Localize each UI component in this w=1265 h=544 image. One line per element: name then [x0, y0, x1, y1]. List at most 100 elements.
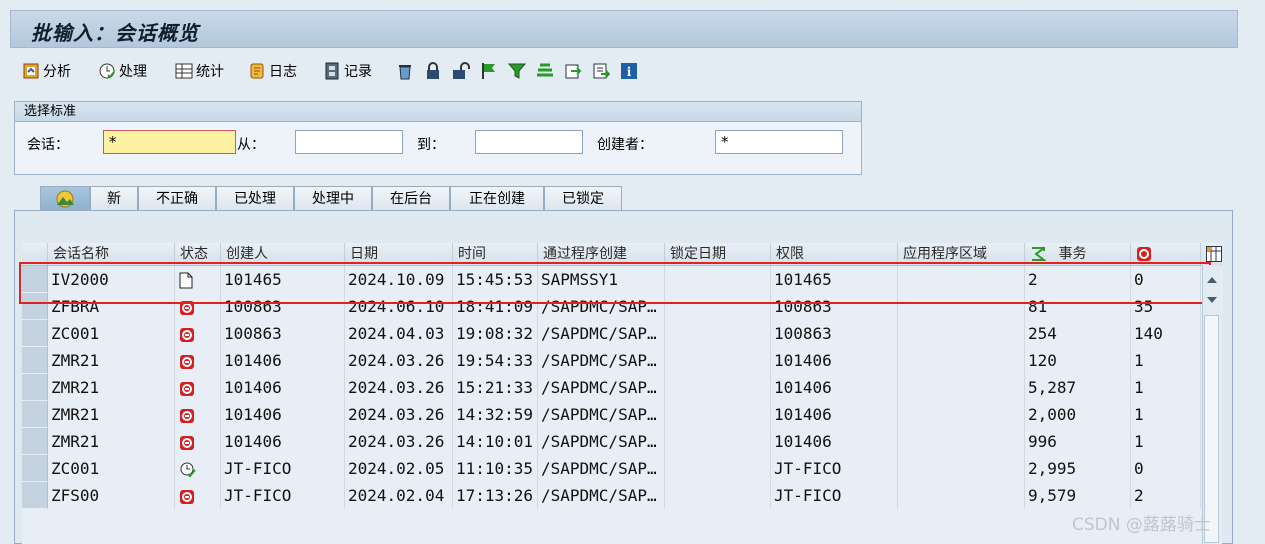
cell-session-name: ZMR21	[48, 347, 175, 374]
statistics-button[interactable]: 统计	[175, 60, 224, 82]
cell-time: 19:08:32	[453, 320, 538, 347]
table-row[interactable]: ZC001 100863 2024.04.03 19:08:32/SAPDMC/SAP…	[22, 320, 1202, 347]
cell-time: 14:10:01	[453, 428, 538, 455]
col-transactions[interactable]: 事务	[1025, 243, 1131, 265]
analyze-button[interactable]: 分析	[22, 60, 71, 82]
process-button[interactable]: 处理	[98, 60, 147, 82]
col-lock-date[interactable]: 锁定日期	[665, 243, 771, 265]
cell-date: 2024.03.26	[345, 428, 453, 455]
col-authorization[interactable]: 权限	[771, 243, 898, 265]
scroll-up-icon[interactable]	[1204, 273, 1220, 287]
unlock-button[interactable]	[452, 60, 470, 82]
table-row[interactable]: ZMR21 101406 2024.03.26 14:32:59/SAPDMC/SAP…	[22, 401, 1202, 428]
tab-background[interactable]: 在后台	[372, 186, 450, 210]
export-button[interactable]	[564, 60, 582, 82]
cell-errors: 2	[1131, 482, 1201, 509]
lock-button[interactable]	[424, 60, 442, 82]
row-selector[interactable]	[22, 293, 48, 320]
lock-icon	[427, 62, 439, 79]
session-input[interactable]: *	[103, 130, 236, 154]
table-row[interactable]: ZFS00 JT-FICO 2024.02.04 17:13:26/SAPDMC/SA…	[22, 482, 1202, 509]
print-button[interactable]	[592, 60, 610, 82]
cell-session-name: IV2000	[48, 266, 175, 293]
table-row[interactable]: ZC001 JT-FICO 2024.02.05 11:10:35/SAPDMC/SA…	[22, 455, 1202, 482]
tab-processed[interactable]: 已处理	[216, 186, 294, 210]
cell-status	[175, 482, 221, 509]
row-selector[interactable]	[22, 482, 48, 509]
cell-time: 19:54:33	[453, 347, 538, 374]
from-date-input[interactable]	[295, 130, 403, 154]
svg-text:i: i	[627, 65, 632, 79]
document-new-icon	[179, 272, 193, 289]
cell-transactions: 81	[1025, 293, 1131, 320]
cell-app-area	[898, 293, 1025, 320]
row-selector[interactable]	[22, 428, 48, 455]
col-time[interactable]: 时间	[453, 243, 538, 265]
row-selector[interactable]	[22, 320, 48, 347]
cell-status	[175, 428, 221, 455]
flag-icon	[482, 63, 495, 79]
scrollbar-thumb[interactable]	[1204, 315, 1219, 543]
cell-transactions: 5,287	[1025, 374, 1131, 401]
tab-all[interactable]	[40, 186, 90, 210]
row-selector[interactable]	[22, 401, 48, 428]
row-selector[interactable]	[22, 347, 48, 374]
info-button[interactable]: i	[620, 60, 638, 82]
cell-app-area	[898, 320, 1025, 347]
table-row[interactable]: ZMR21 101406 2024.03.26 15:21:33/SAPDMC/SAP…	[22, 374, 1202, 401]
cell-transactions: 120	[1025, 347, 1131, 374]
cell-creator: JT-FICO	[221, 455, 345, 482]
cell-time: 14:32:59	[453, 401, 538, 428]
col-status[interactable]: 状态	[175, 243, 221, 265]
vertical-scrollbar[interactable]	[1202, 265, 1221, 544]
row-selector[interactable]	[22, 374, 48, 401]
filter-button[interactable]	[508, 60, 526, 82]
col-creator[interactable]: 创建人	[221, 243, 345, 265]
record-button[interactable]: 记录	[323, 60, 372, 82]
creator-input[interactable]: *	[715, 130, 843, 154]
col-application-area[interactable]: 应用程序区域	[898, 243, 1025, 265]
col-session-name[interactable]: 会话名称	[48, 243, 175, 265]
col-created-by-program[interactable]: 通过程序创建	[538, 243, 665, 265]
col-errors[interactable]	[1131, 243, 1201, 265]
tab-locked[interactable]: 已锁定	[544, 186, 622, 210]
title-bar: 批输入：会话概览	[10, 10, 1238, 48]
table-row[interactable]: IV2000 101465 2024.10.09 15:45:53 SAPMSSY1 10…	[22, 266, 1202, 293]
row-selector[interactable]	[22, 266, 48, 293]
to-date-input[interactable]	[475, 130, 583, 154]
scroll-log-icon	[250, 63, 264, 79]
select-all-cell[interactable]	[22, 243, 48, 265]
flag-button[interactable]	[480, 60, 498, 82]
table-icon	[175, 63, 193, 79]
cell-transactions: 2,000	[1025, 401, 1131, 428]
delete-button[interactable]	[396, 60, 414, 82]
table-row[interactable]: ZMR21 101406 2024.03.26 14:10:01/SAPDMC/SAP…	[22, 428, 1202, 455]
col-date[interactable]: 日期	[345, 243, 453, 265]
cell-session-name: ZFS00	[48, 482, 175, 509]
scroll-down-icon[interactable]	[1204, 293, 1220, 307]
cell-date: 2024.03.26	[345, 347, 453, 374]
unlock-icon	[453, 62, 470, 79]
cell-app-area	[898, 455, 1025, 482]
table-row[interactable]: ZFBRA 100863 2024.06.10 18:41:09/SAPDMC/SAP…	[22, 293, 1202, 320]
log-button[interactable]: 日志	[248, 60, 297, 82]
error-header-icon	[1137, 247, 1151, 261]
from-label: 从：	[237, 137, 265, 153]
tab-new[interactable]: 新	[90, 186, 138, 210]
tab-in-process[interactable]: 处理中	[294, 186, 372, 210]
column-layout-button[interactable]	[1201, 243, 1222, 265]
cell-date: 2024.10.09	[345, 266, 453, 293]
watermark: CSDN @蕗蕗骑士	[1072, 515, 1211, 535]
cell-program: /SAPDMC/SAP…	[538, 293, 665, 320]
tab-incorrect[interactable]: 不正确	[138, 186, 216, 210]
row-selector[interactable]	[22, 455, 48, 482]
cell-time: 15:21:33	[453, 374, 538, 401]
cell-errors: 1	[1131, 374, 1201, 401]
cell-date: 2024.03.26	[345, 401, 453, 428]
cell-program: /SAPDMC/SAP…	[538, 347, 665, 374]
cell-errors: 1	[1131, 401, 1201, 428]
tab-being-created[interactable]: 正在创建	[450, 186, 544, 210]
sort-button[interactable]	[536, 60, 554, 82]
cell-date: 2024.06.10	[345, 293, 453, 320]
table-row[interactable]: ZMR21 101406 2024.03.26 19:54:33/SAPDMC/SAP…	[22, 347, 1202, 374]
